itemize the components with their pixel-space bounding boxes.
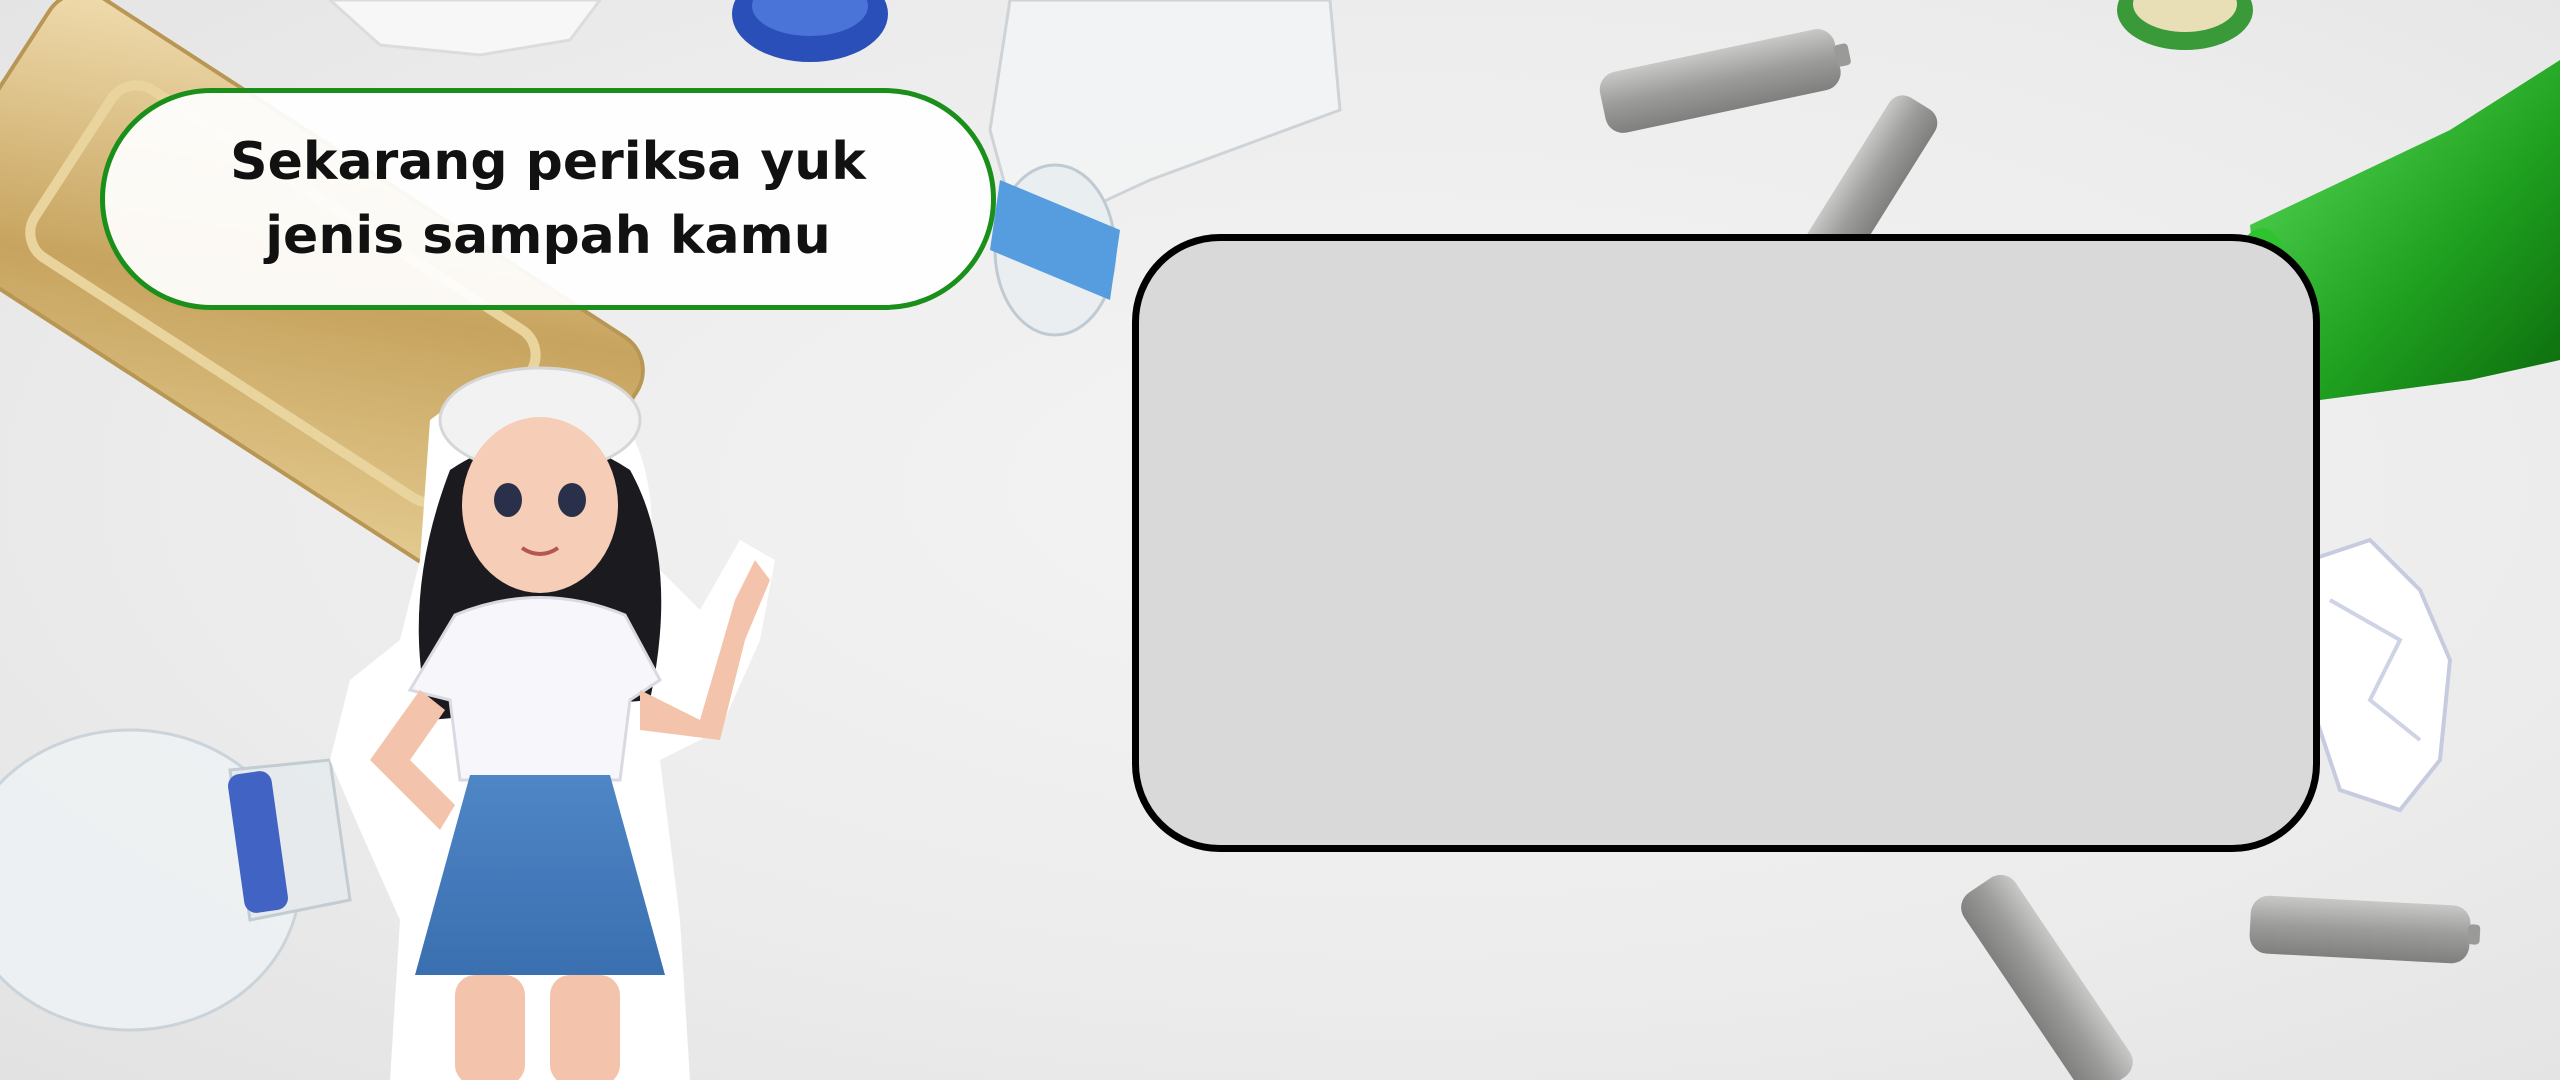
plastic-bottle-left xyxy=(0,728,352,1032)
plastic-cap-top xyxy=(732,0,888,62)
scan-result-panel[interactable] xyxy=(1132,234,2320,852)
crumpled-paper xyxy=(2308,537,2453,813)
plastic-bag-top xyxy=(327,0,602,57)
bottle-cap xyxy=(2117,0,2253,50)
instruction-text: Sekarang periksa yuk jenis sampah kamu xyxy=(230,132,866,266)
speech-bubble: Sekarang periksa yuk jenis sampah kamu xyxy=(100,88,996,310)
